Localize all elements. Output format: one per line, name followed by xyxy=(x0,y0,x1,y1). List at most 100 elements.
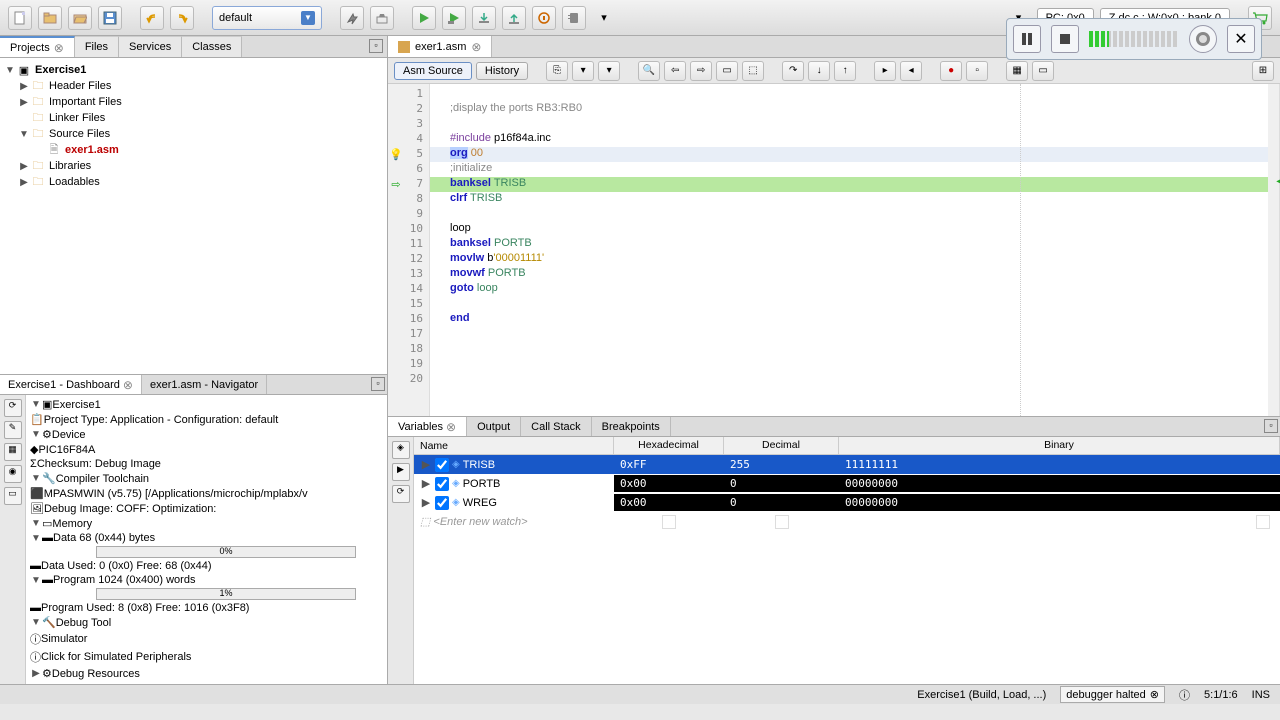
new-watch-row[interactable]: ⬚ <Enter new watch> xyxy=(414,512,1280,531)
tree-root[interactable]: ▼▣Exercise1 xyxy=(0,62,387,78)
dash-peripherals[interactable]: ⓘ Click for Simulated Peripherals xyxy=(26,648,387,666)
close-icon[interactable]: ⊗ xyxy=(123,378,133,392)
tree-libraries[interactable]: ▶🗀Libraries xyxy=(0,158,387,174)
halt-notify-button[interactable] xyxy=(1189,25,1217,53)
dash-program-words[interactable]: ▼▬ Program 1024 (0x400) words xyxy=(26,573,387,587)
dash-btn-2[interactable]: ✎ xyxy=(4,421,22,439)
info-icon[interactable]: ⓘ xyxy=(1179,687,1190,703)
watch-checkbox[interactable] xyxy=(435,496,449,510)
step-over-button[interactable]: ↷ xyxy=(782,61,804,81)
find-button[interactable]: 🔍 xyxy=(638,61,660,81)
error-stripe[interactable]: ◀ xyxy=(1268,84,1280,416)
history-mode[interactable]: History xyxy=(476,62,528,80)
expand-icon[interactable]: ▶ xyxy=(420,458,432,471)
ed-btn-3[interactable]: ▾ xyxy=(598,61,620,81)
lightbulb-icon[interactable]: 💡 xyxy=(390,148,402,160)
close-icon[interactable]: ⊗ xyxy=(471,40,481,54)
tree-loadables[interactable]: ▶🗀Loadables xyxy=(0,174,387,190)
save-button[interactable] xyxy=(98,6,122,30)
close-icon[interactable]: ⊗ xyxy=(54,41,64,55)
tree-exer1-asm[interactable]: 🗎exer1.asm xyxy=(0,142,387,158)
new-project-button[interactable] xyxy=(38,6,62,30)
expand-icon[interactable]: ▶ xyxy=(18,81,30,92)
minimize-button[interactable]: ▫ xyxy=(1264,419,1278,433)
expand-icon[interactable]: ▼ xyxy=(4,65,16,76)
minimize-button[interactable]: ▫ xyxy=(371,377,385,391)
dropdown-button[interactable]: ▾ xyxy=(592,6,616,30)
expand-icon[interactable]: ▶ xyxy=(18,161,30,172)
expand-icon[interactable]: ▶ xyxy=(420,496,432,509)
run-button[interactable] xyxy=(412,6,436,30)
ed-btn-x1[interactable]: ▫ xyxy=(966,61,988,81)
prev-button[interactable]: ⇦ xyxy=(664,61,686,81)
tab-breakpoints[interactable]: Breakpoints xyxy=(592,417,671,436)
run-to-cursor-button[interactable]: ▸ xyxy=(874,61,896,81)
tree-header-files[interactable]: ▶🗀Header Files xyxy=(0,78,387,94)
tab-navigator[interactable]: exer1.asm - Navigator xyxy=(142,375,267,394)
dash-btn-4[interactable]: ◉ xyxy=(4,465,22,483)
tree-important-files[interactable]: ▶🗀Important Files xyxy=(0,94,387,110)
close-icon[interactable]: ⊗ xyxy=(1150,688,1159,701)
watch-checkbox[interactable] xyxy=(435,458,449,472)
code-editor[interactable]: 1 2 3 4 💡5 6 ⇨7 8 9 10 11 12 13 14 15 16… xyxy=(388,84,1280,416)
next-button[interactable]: ⇨ xyxy=(690,61,712,81)
tab-classes[interactable]: Classes xyxy=(182,36,242,57)
table-row[interactable]: ▶◈WREG 0x00 0 00000000 xyxy=(414,493,1280,512)
hold-reset-button[interactable] xyxy=(532,6,556,30)
step-into-button[interactable]: ↓ xyxy=(808,61,830,81)
dash-btn-3[interactable]: ▦ xyxy=(4,443,22,461)
tab-projects[interactable]: Projects⊗ xyxy=(0,36,75,57)
bookmark-button[interactable]: ▭ xyxy=(716,61,738,81)
debug-button[interactable] xyxy=(442,6,466,30)
redo-button[interactable] xyxy=(170,6,194,30)
set-pc-button[interactable]: ◂ xyxy=(900,61,922,81)
minimize-button[interactable]: ▫ xyxy=(369,39,383,53)
tab-callstack[interactable]: Call Stack xyxy=(521,417,592,436)
tab-dashboard[interactable]: Exercise1 - Dashboard⊗ xyxy=(0,375,142,394)
ed-btn-1[interactable]: ⎘ xyxy=(546,61,568,81)
read-device-button[interactable] xyxy=(502,6,526,30)
maximize-editor-button[interactable]: ⊞ xyxy=(1252,61,1274,81)
table-row[interactable]: ▶◈TRISB 0xFF 255 11111111 xyxy=(414,455,1280,474)
config-select[interactable]: default ▼ xyxy=(212,6,322,30)
ed-btn-x2[interactable]: ▦ xyxy=(1006,61,1028,81)
toggle-button[interactable]: ⬚ xyxy=(742,61,764,81)
dash-memory[interactable]: ▼▭ Memory xyxy=(26,516,387,531)
build-status[interactable]: Exercise1 (Build, Load, ...) xyxy=(917,689,1046,701)
ed-btn-2[interactable]: ▾ xyxy=(572,61,594,81)
expand-icon[interactable]: ▶ xyxy=(18,97,30,108)
vars-btn-3[interactable]: ⟳ xyxy=(392,485,410,503)
tab-variables[interactable]: Variables⊗ xyxy=(388,417,467,436)
table-row[interactable]: ▶◈PORTB 0x00 0 00000000 xyxy=(414,474,1280,493)
expand-icon[interactable]: ▶ xyxy=(18,177,30,188)
pause-button[interactable] xyxy=(1013,25,1041,53)
device-button[interactable] xyxy=(562,6,586,30)
close-debug-button[interactable]: ✕ xyxy=(1227,25,1255,53)
asm-source-mode[interactable]: Asm Source xyxy=(394,62,472,80)
tab-services[interactable]: Services xyxy=(119,36,182,57)
dash-debug-tool[interactable]: ▼🔨 Debug Tool xyxy=(26,615,387,630)
step-out-button[interactable]: ↑ xyxy=(834,61,856,81)
dash-btn-1[interactable]: ⟳ xyxy=(4,399,22,417)
vars-btn-1[interactable]: ◈ xyxy=(392,441,410,459)
dash-data-bytes[interactable]: ▼▬ Data 68 (0x44) bytes xyxy=(26,531,387,545)
expand-icon[interactable]: ▶ xyxy=(420,477,432,490)
tree-linker-files[interactable]: 🗀Linker Files xyxy=(0,110,387,126)
build-button[interactable] xyxy=(340,6,364,30)
breakpoint-button[interactable]: ● xyxy=(940,61,962,81)
code-area[interactable]: ;display the ports RB3:RB0 #include p16f… xyxy=(430,84,1268,416)
dash-root[interactable]: ▼▣ Exercise1 xyxy=(26,397,387,412)
tab-files[interactable]: Files xyxy=(75,36,119,57)
clean-build-button[interactable] xyxy=(370,6,394,30)
close-icon[interactable]: ⊗ xyxy=(446,420,456,434)
dash-debug-resources[interactable]: ▶⚙ Debug Resources xyxy=(26,666,387,681)
new-file-button[interactable] xyxy=(8,6,32,30)
dash-compiler[interactable]: ▼🔧 Compiler Toolchain xyxy=(26,471,387,486)
open-button[interactable] xyxy=(68,6,92,30)
expand-icon[interactable]: ▼ xyxy=(18,129,30,140)
stop-button[interactable] xyxy=(1051,25,1079,53)
ed-btn-x3[interactable]: ▭ xyxy=(1032,61,1054,81)
vars-btn-2[interactable]: ▶ xyxy=(392,463,410,481)
dash-btn-5[interactable]: ▭ xyxy=(4,487,22,505)
watch-checkbox[interactable] xyxy=(435,477,449,491)
